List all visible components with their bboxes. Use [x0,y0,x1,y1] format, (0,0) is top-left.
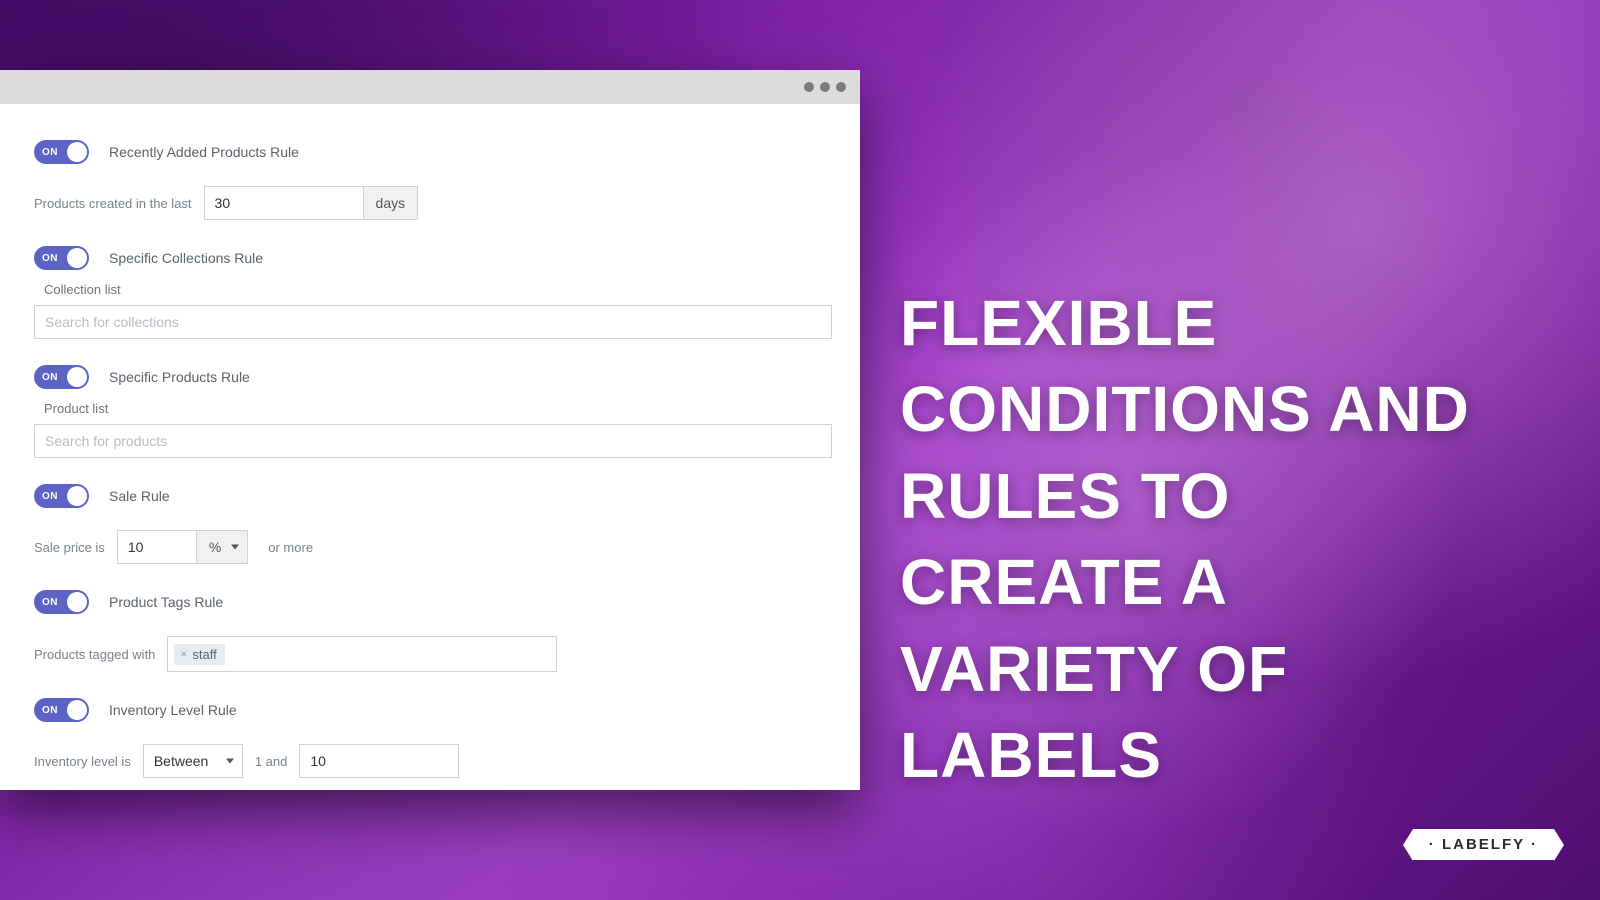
toggle-knob [67,142,87,162]
collections-rule-toggle[interactable]: ON [34,246,89,270]
toggle-label: ON [42,491,58,502]
inventory-mode-select[interactable]: Between [143,744,243,778]
tags-rule-title: Product Tags Rule [109,594,223,610]
recent-rule-lead: Products created in the last [34,196,192,211]
sale-rule-row: Sale price is 10 % or more [34,530,826,564]
tags-rule-header: ON Product Tags Rule [34,590,826,614]
window-control-dot[interactable] [804,82,814,92]
toggle-knob [67,592,87,612]
tags-lead: Products tagged with [34,647,155,662]
sale-trail: or more [268,540,313,555]
recent-days-suffix: days [364,186,419,220]
chevron-down-icon [231,545,239,550]
inventory-rule-row: Inventory level is Between 1 and 10 [34,744,826,778]
products-rule-toggle[interactable]: ON [34,365,89,389]
remove-icon[interactable]: × [180,647,187,661]
inventory-lead: Inventory level is [34,754,131,769]
inventory-mode-value: Between [154,753,208,769]
toggle-label: ON [42,253,58,264]
sale-rule-toggle[interactable]: ON [34,484,89,508]
tags-input[interactable]: × staff [167,636,557,672]
toggle-knob [67,486,87,506]
collections-rule-header: ON Specific Collections Rule [34,246,826,270]
marketing-headline: Flexible conditions and rules to create … [900,280,1470,798]
toggle-knob [67,700,87,720]
toggle-label: ON [42,372,58,383]
toggle-label: ON [42,597,58,608]
tag-chip[interactable]: × staff [174,644,224,665]
collections-rule-title: Specific Collections Rule [109,250,263,266]
sale-lead: Sale price is [34,540,105,555]
tags-rule-row: Products tagged with × staff [34,636,826,672]
products-rule-header: ON Specific Products Rule [34,365,826,389]
chevron-down-icon [226,759,234,764]
sale-unit-select[interactable]: % [197,530,248,564]
recent-rule-title: Recently Added Products Rule [109,144,299,160]
product-list-label: Product list [44,401,826,416]
toggle-knob [67,367,87,387]
inventory-max-input[interactable]: 10 [299,744,459,778]
inventory-rule-toggle[interactable]: ON [34,698,89,722]
sale-rule-header: ON Sale Rule [34,484,826,508]
window-control-dot[interactable] [836,82,846,92]
inventory-mid: 1 and [255,754,288,769]
toggle-knob [67,248,87,268]
window-control-dot[interactable] [820,82,830,92]
rules-form: ON Recently Added Products Rule Products… [0,104,860,798]
browser-window: ON Recently Added Products Rule Products… [0,70,860,790]
recent-rule-row: Products created in the last 30 days [34,186,826,220]
inventory-rule-header: ON Inventory Level Rule [34,698,826,722]
product-search-input[interactable] [34,424,832,458]
recent-rule-toggle[interactable]: ON [34,140,89,164]
inventory-rule-title: Inventory Level Rule [109,702,237,718]
window-titlebar [0,70,860,104]
tags-rule-toggle[interactable]: ON [34,590,89,614]
toggle-label: ON [42,147,58,158]
brand-label: · LABELFY · [1429,836,1538,853]
recent-rule-header: ON Recently Added Products Rule [34,140,826,164]
tag-chip-label: staff [192,647,216,662]
recent-days-input[interactable]: 30 [204,186,364,220]
products-rule-title: Specific Products Rule [109,369,250,385]
sale-value-input[interactable]: 10 [117,530,197,564]
collection-search-input[interactable] [34,305,832,339]
sale-unit-value: % [209,539,221,555]
collection-list-label: Collection list [44,282,826,297]
brand-badge: · LABELFY · [1413,829,1554,860]
sale-rule-title: Sale Rule [109,488,170,504]
toggle-label: ON [42,705,58,716]
